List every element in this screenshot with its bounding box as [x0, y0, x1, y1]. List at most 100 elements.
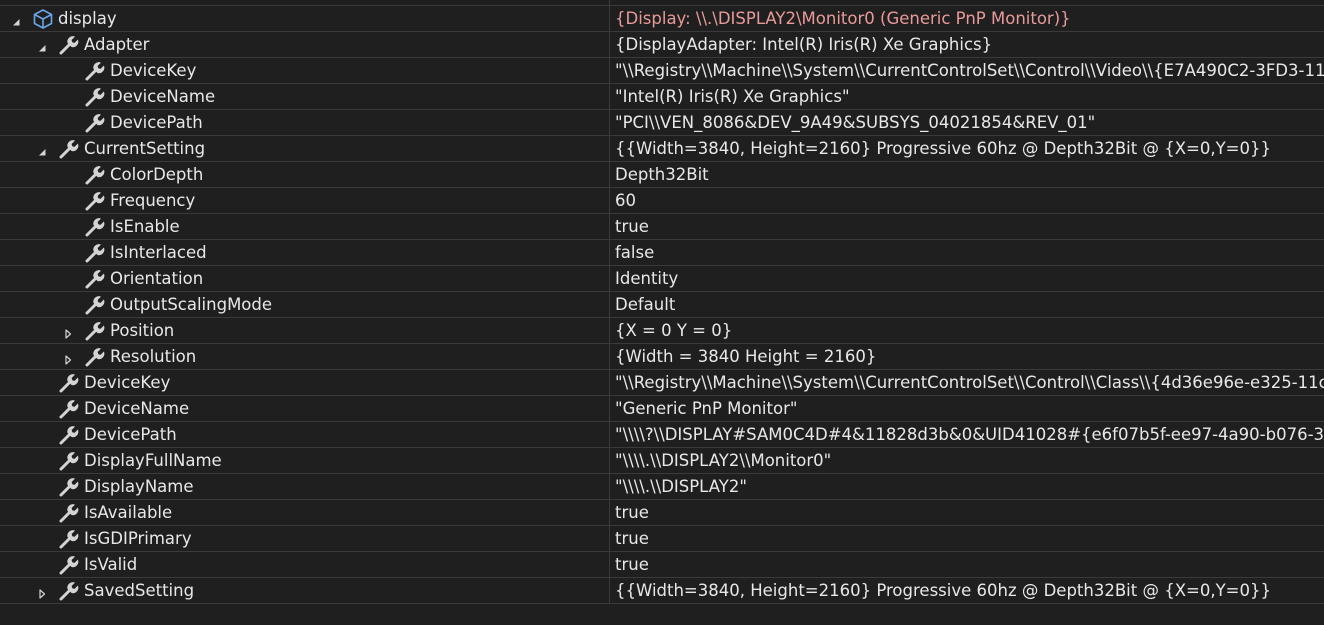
collapse-arrow-icon[interactable] [36, 39, 48, 52]
value-cell[interactable]: {X = 0 Y = 0} [609, 318, 1324, 343]
value-cell[interactable]: {DisplayAdapter: Intel(R) Iris(R) Xe Gra… [609, 32, 1324, 57]
name-cell[interactable]: DeviceKey [0, 58, 609, 83]
name-cell[interactable]: IsGDIPrimary [0, 526, 609, 551]
name-cell[interactable]: display [0, 6, 609, 31]
value-cell[interactable]: "\\\\.\\DISPLAY2" [609, 474, 1324, 499]
property-name: Adapter [84, 35, 150, 54]
value-cell[interactable]: true [609, 214, 1324, 239]
property-value: "Intel(R) Iris(R) Xe Graphics" [615, 87, 850, 106]
property-value: 60 [615, 191, 636, 210]
value-cell[interactable]: {Width = 3840 Height = 2160} [609, 344, 1324, 369]
property-name: Frequency [110, 191, 196, 210]
name-cell[interactable]: IsAvailable [0, 500, 609, 525]
name-cell[interactable]: OutputScalingMode [0, 292, 609, 317]
property-name: IsValid [84, 555, 138, 574]
value-cell[interactable]: "\\Registry\\Machine\\System\\CurrentCon… [609, 370, 1324, 395]
name-cell[interactable]: Position [0, 318, 609, 343]
watch-row[interactable]: DevicePath "PCI\\VEN_8086&DEV_9A49&SUBSYS… [0, 110, 1324, 136]
name-cell[interactable]: DeviceKey [0, 370, 609, 395]
name-cell[interactable]: DevicePath [0, 422, 609, 447]
collapse-arrow-icon[interactable] [36, 143, 48, 156]
watch-row[interactable]: ColorDepth Depth32Bit [0, 162, 1324, 188]
property-value: {X = 0 Y = 0} [615, 321, 733, 340]
name-cell[interactable]: DeviceName [0, 84, 609, 109]
name-cell[interactable]: ColorDepth [0, 162, 609, 187]
value-cell[interactable]: "Generic PnP Monitor" [609, 396, 1324, 421]
expand-arrow-icon[interactable] [62, 351, 74, 365]
watch-row[interactable]: IsAvailable true [0, 500, 1324, 526]
value-cell[interactable]: "PCI\\VEN_8086&DEV_9A49&SUBSYS_04021854&… [609, 110, 1324, 135]
value-cell[interactable]: "\\\\?\\DISPLAY#SAM0C4D#4&11828d3b&0&UID… [609, 422, 1324, 447]
expand-arrow-icon[interactable] [62, 325, 74, 339]
watch-row[interactable]: Frequency 60 [0, 188, 1324, 214]
watch-row[interactable]: DisplayFullName "\\\\.\\DISPLAY2\\Monitor… [0, 448, 1324, 474]
watch-row[interactable]: display {Display: \\.\DISPLAY2\Monitor0 (… [0, 6, 1324, 32]
column-divider [609, 0, 610, 5]
property-value: "\\\\.\\DISPLAY2\\Monitor0" [615, 451, 832, 470]
property-value: Depth32Bit [615, 165, 709, 184]
value-cell[interactable]: Identity [609, 266, 1324, 291]
name-cell[interactable]: IsEnable [0, 214, 609, 239]
property-name: DisplayName [84, 477, 194, 496]
name-cell[interactable]: CurrentSetting [0, 136, 609, 161]
name-cell[interactable]: IsValid [0, 552, 609, 577]
watch-row[interactable]: DisplayName "\\\\.\\DISPLAY2" [0, 474, 1324, 500]
watch-row[interactable]: CurrentSetting {{Width=3840, Height=2160}… [0, 136, 1324, 162]
wrench-icon [84, 190, 106, 212]
property-name: DeviceName [110, 87, 216, 106]
name-cell[interactable]: Orientation [0, 266, 609, 291]
value-cell[interactable]: Depth32Bit [609, 162, 1324, 187]
name-cell[interactable]: DisplayFullName [0, 448, 609, 473]
name-cell[interactable]: SavedSetting [0, 578, 609, 603]
property-name: display [58, 9, 117, 28]
value-cell[interactable]: 60 [609, 188, 1324, 213]
value-cell[interactable]: true [609, 526, 1324, 551]
watch-row[interactable]: SavedSetting {{Width=3840, Height=2160} P… [0, 578, 1324, 604]
watch-row[interactable]: DevicePath "\\\\?\\DISPLAY#SAM0C4D#4&1182… [0, 422, 1324, 448]
property-value: "\\\\.\\DISPLAY2" [615, 477, 747, 496]
watch-row[interactable]: Position {X = 0 Y = 0} [0, 318, 1324, 344]
watch-row[interactable]: OutputScalingMode Default [0, 292, 1324, 318]
watch-row[interactable]: IsInterlaced false [0, 240, 1324, 266]
value-cell[interactable]: true [609, 552, 1324, 577]
watch-row[interactable]: Orientation Identity [0, 266, 1324, 292]
value-cell[interactable]: true [609, 500, 1324, 525]
property-name: DevicePath [84, 425, 177, 444]
watch-row[interactable]: IsEnable true [0, 214, 1324, 240]
name-cell[interactable]: IsInterlaced [0, 240, 609, 265]
watch-row[interactable]: Adapter {DisplayAdapter: Intel(R) Iris(R)… [0, 32, 1324, 58]
name-cell[interactable]: DevicePath [0, 110, 609, 135]
watch-grid: display {Display: \\.\DISPLAY2\Monitor0 (… [0, 0, 1324, 625]
property-value: true [615, 217, 649, 236]
property-value: false [615, 243, 655, 262]
name-cell[interactable]: Adapter [0, 32, 609, 57]
value-cell[interactable]: "\\\\.\\DISPLAY2\\Monitor0" [609, 448, 1324, 473]
name-cell[interactable]: DeviceName [0, 396, 609, 421]
watch-row[interactable]: DeviceName "Generic PnP Monitor" [0, 396, 1324, 422]
property-name: CurrentSetting [84, 139, 206, 158]
value-cell[interactable]: "\\Registry\\Machine\\System\\CurrentCon… [609, 58, 1324, 83]
value-cell[interactable]: {{Width=3840, Height=2160} Progressive 6… [609, 578, 1324, 603]
value-cell[interactable]: {{Width=3840, Height=2160} Progressive 6… [609, 136, 1324, 161]
collapse-arrow-icon[interactable] [10, 13, 22, 26]
property-value: Default [615, 295, 676, 314]
watch-row[interactable]: IsValid true [0, 552, 1324, 578]
watch-row[interactable]: DeviceKey "\\Registry\\Machine\\System\\C… [0, 370, 1324, 396]
watch-row[interactable]: DeviceKey "\\Registry\\Machine\\System\\C… [0, 58, 1324, 84]
watch-row[interactable]: Resolution {Width = 3840 Height = 2160} [0, 344, 1324, 370]
value-cell[interactable]: {Display: \\.\DISPLAY2\Monitor0 (Generic… [609, 6, 1324, 31]
property-value: {{Width=3840, Height=2160} Progressive 6… [615, 139, 1271, 158]
value-cell[interactable]: "Intel(R) Iris(R) Xe Graphics" [609, 84, 1324, 109]
value-cell[interactable]: false [609, 240, 1324, 265]
wrench-icon [58, 580, 80, 602]
watch-row[interactable]: DeviceName "Intel(R) Iris(R) Xe Graphics" [0, 84, 1324, 110]
watch-row[interactable]: IsGDIPrimary true [0, 526, 1324, 552]
property-name: DeviceKey [110, 61, 197, 80]
name-cell[interactable]: Frequency [0, 188, 609, 213]
name-cell[interactable]: DisplayName [0, 474, 609, 499]
property-name: DisplayFullName [84, 451, 222, 470]
name-cell[interactable]: Resolution [0, 344, 609, 369]
value-cell[interactable]: Default [609, 292, 1324, 317]
expand-arrow-icon[interactable] [36, 585, 48, 599]
wrench-icon [84, 164, 106, 186]
